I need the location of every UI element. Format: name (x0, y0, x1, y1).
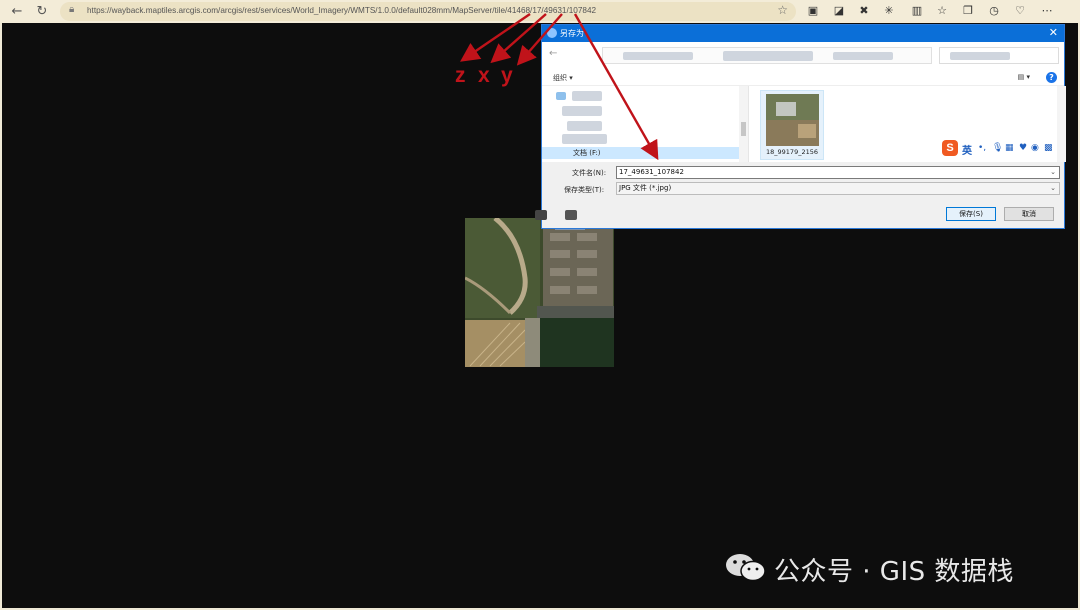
watermark-text: 公众号 · GIS 数据栈 (774, 557, 1014, 587)
tree-item-selected[interactable]: 文档 (F:) (542, 147, 740, 159)
favorites-icon[interactable]: ☆ (935, 4, 949, 18)
x-label: x (478, 64, 490, 87)
filetype-value: JPG 文件 (*.jpg) (619, 184, 672, 192)
blurred-area (535, 210, 547, 220)
tree-item-label: 文档 (F:) (573, 149, 601, 157)
file-item[interactable]: 18_99179_2156 (760, 90, 824, 160)
address-url[interactable]: https://wayback.maptiles.arcgis.com/arcg… (87, 6, 596, 15)
wechat-icon (726, 554, 766, 582)
keyboard-icon[interactable]: ▦ (1005, 143, 1014, 153)
file-thumbnail (766, 94, 819, 146)
sogou-icon[interactable]: S (942, 140, 958, 156)
ime-lang[interactable]: 英 (962, 142, 972, 157)
chevron-down-icon[interactable]: ⌄ (1050, 167, 1056, 178)
back-icon[interactable]: ← (8, 3, 26, 21)
split-icon[interactable]: ▥ (910, 4, 924, 18)
address-bar[interactable]: 🔒︎ https://wayback.maptiles.arcgis.com/a… (60, 2, 796, 21)
organize-menu[interactable]: 组织 ▾ (553, 73, 573, 83)
history-icon[interactable]: ◷ (987, 4, 1001, 18)
collections-icon[interactable]: ◪ (832, 4, 846, 18)
tree-scrollbar[interactable] (739, 86, 748, 162)
file-name: 18_99179_2156 (766, 148, 818, 156)
back-arrow-icon[interactable]: ← (549, 48, 557, 59)
performance-icon[interactable]: ♡ (1013, 4, 1027, 18)
filetype-label: 保存类型(T): (564, 186, 605, 194)
close-icon[interactable]: ✕ (1049, 26, 1058, 39)
z-label: z (455, 64, 466, 87)
dialog-titlebar: 另存为 ✕ (542, 25, 1064, 42)
view-options-icon[interactable]: ▤ ▾ (1018, 73, 1030, 81)
mic-icon[interactable]: 🎙︎ (992, 143, 1003, 153)
blurred-area (565, 210, 577, 220)
puzzle-icon[interactable]: ✳ (882, 4, 896, 18)
edge-icon (547, 28, 557, 38)
more-icon[interactable]: ⋯ (1040, 4, 1054, 18)
dialog-search-input[interactable] (939, 47, 1059, 64)
grid-icon[interactable]: ▩ (1044, 143, 1053, 153)
help-icon[interactable]: ? (1046, 72, 1057, 83)
dialog-navbar: ← (542, 42, 1064, 70)
path-bar[interactable] (602, 47, 932, 64)
gamepad-icon[interactable]: ◉ (1031, 143, 1039, 153)
extension-icon[interactable]: ▣ (806, 4, 820, 18)
filetype-select[interactable]: JPG 文件 (*.jpg) ⌄ (616, 182, 1060, 195)
skin-icon[interactable]: ♥ (1019, 143, 1027, 153)
save-as-dialog: 另存为 ✕ ← 组织 ▾ ▤ ▾ ? 文档 (F:) 18_99179_2156… (541, 24, 1066, 229)
tabs-icon[interactable]: ❐ (961, 4, 975, 18)
dialog-body: 文档 (F:) 18_99179_2156 S 英 •, 🎙︎ ▦ ♥ ◉ ▩ (542, 86, 1066, 162)
browser-toolbar: ← ↻ 🔒︎ https://wayback.maptiles.arcgis.c… (0, 0, 1080, 23)
folder-tree[interactable]: 文档 (F:) (542, 86, 749, 162)
cancel-button[interactable]: 取消 (1004, 207, 1054, 221)
save-button[interactable]: 保存(S) (946, 207, 996, 221)
chevron-down-icon[interactable]: ⌄ (1050, 183, 1056, 194)
dialog-commandbar: 组织 ▾ ▤ ▾ ? (542, 70, 1064, 86)
star-icon[interactable]: ☆ (777, 3, 788, 17)
map-tile-image[interactable] (465, 218, 614, 367)
lock-icon[interactable]: 🔒︎ (69, 4, 74, 15)
filename-label: 文件名(N): (572, 169, 607, 177)
refresh-icon[interactable]: ↻ (33, 3, 51, 21)
punct-icon[interactable]: •, (978, 143, 986, 153)
dialog-title: 另存为 (560, 29, 584, 38)
filename-input[interactable]: 17_49631_107842 ⌄ (616, 166, 1060, 179)
files-scrollbar[interactable] (1057, 86, 1066, 162)
file-list[interactable]: 18_99179_2156 S 英 •, 🎙︎ ▦ ♥ ◉ ▩ (750, 86, 1066, 162)
filename-value: 17_49631_107842 (619, 168, 684, 176)
y-label: y (501, 64, 513, 87)
tracking-icon[interactable]: ✖ (857, 4, 871, 18)
